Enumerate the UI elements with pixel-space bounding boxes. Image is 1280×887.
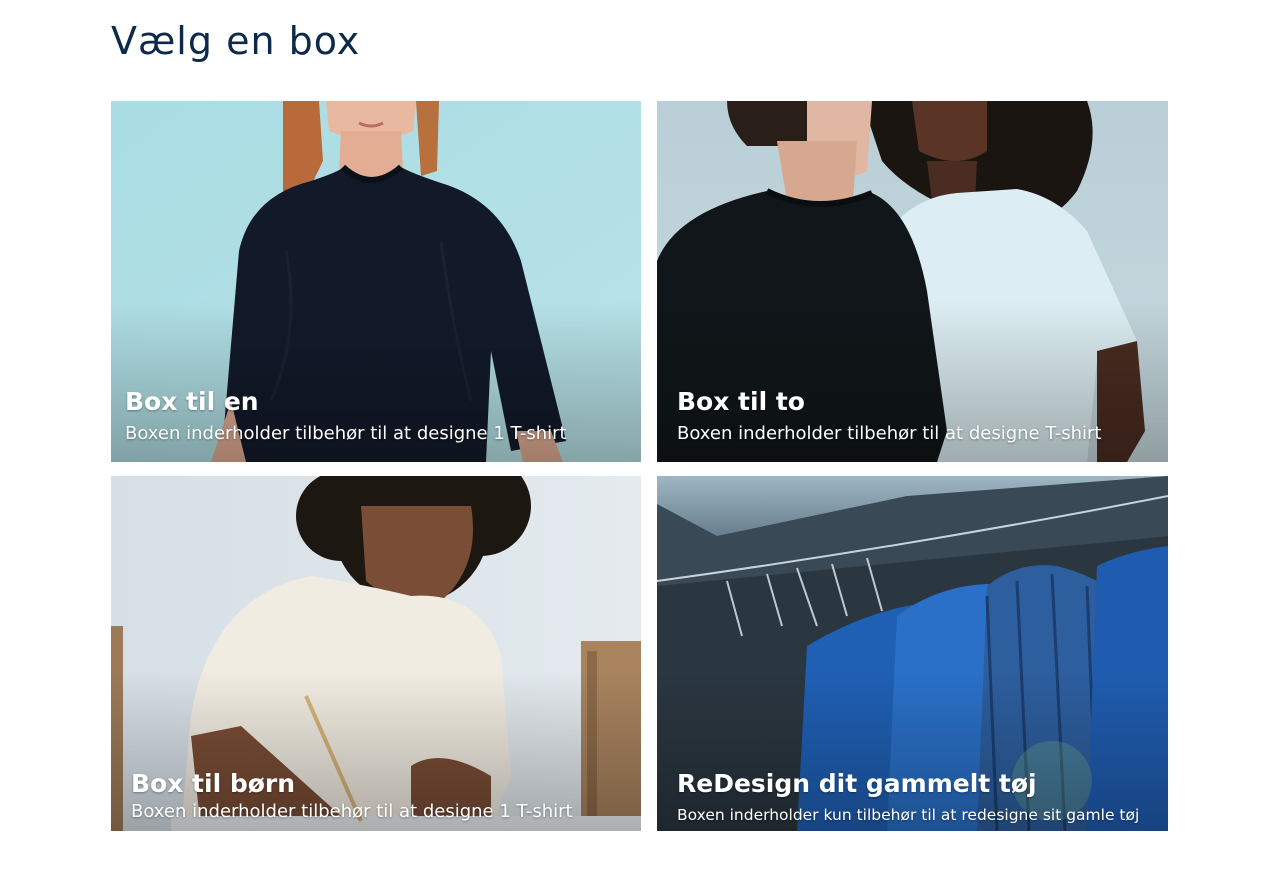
box-selection-page: Vælg en box Box til en Boxen inderholder… — [0, 0, 1280, 887]
box-card-redesign[interactable]: ReDesign dit gammelt tøj Boxen inderhold… — [657, 476, 1168, 831]
box-card-born[interactable]: Box til børn Boxen inderholder tilbehør … — [111, 476, 641, 831]
box-description: Boxen inderholder tilbehør til at design… — [125, 423, 567, 444]
box-card-to[interactable]: Box til to Boxen inderholder tilbehør ti… — [657, 101, 1168, 462]
box-description: Boxen inderholder kun tilbehør til at re… — [677, 806, 1140, 824]
box-title: Box til to — [677, 387, 805, 416]
box-title: ReDesign dit gammelt tøj — [677, 769, 1037, 798]
box-title: Box til en — [125, 387, 259, 416]
box-card-en[interactable]: Box til en Boxen inderholder tilbehør ti… — [111, 101, 641, 462]
box-description: Boxen inderholder tilbehør til at design… — [677, 423, 1102, 444]
page-title: Vælg en box — [111, 19, 361, 63]
box-title: Box til børn — [131, 769, 296, 798]
box-description: Boxen inderholder tilbehør til at design… — [131, 801, 573, 822]
box-grid: Box til en Boxen inderholder tilbehør ti… — [111, 101, 1168, 831]
